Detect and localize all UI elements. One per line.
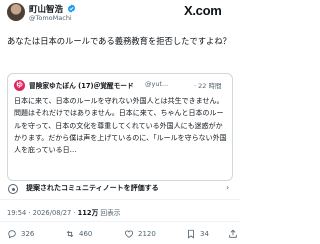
like-count: 2120 [138, 230, 156, 238]
tweet-meta: 19:54 · 2026/08/27 · 112万 回表示 [7, 209, 121, 217]
quoted-author-handle: @yut... [145, 80, 169, 88]
quoted-tweet-time: · 22 時間 [194, 82, 222, 90]
author-handle[interactable]: @TomoMachi [29, 14, 72, 22]
bookmark-count: 34 [200, 230, 209, 238]
tweet-text: あなたは日本のルールである義務教育を拒否したですよね？ [7, 36, 231, 46]
x-logo: X.com [184, 3, 222, 18]
reply-count: 326 [21, 230, 35, 238]
view-count: 112万 [77, 209, 99, 217]
community-note-icon [8, 184, 18, 194]
quoted-author-name: 冒険家ゆたぼん (17)＠覚醒モード [29, 82, 134, 90]
reply-icon [8, 230, 16, 239]
tweet-time: 19:54 [7, 209, 27, 217]
author-avatar[interactable] [7, 3, 25, 21]
quoted-tweet-text: 日本に来て、日本のルールを守れない外国人とは共生できません。問題はそれだけではあ… [14, 97, 227, 155]
repost-count: 460 [79, 230, 93, 238]
heart-icon [124, 230, 134, 238]
view-count-label: 回表示 [100, 209, 121, 217]
share-icon [229, 229, 237, 238]
tweet-date: 2026/08/27 [32, 209, 72, 217]
like-button[interactable]: 2120 [124, 229, 156, 239]
reply-button[interactable]: 326 [7, 229, 34, 239]
divider [0, 199, 240, 200]
chevron-right-icon[interactable]: › [226, 183, 229, 192]
quoted-author-avatar: ゆ [14, 80, 25, 91]
verified-badge-icon [67, 4, 76, 13]
quoted-tweet-card[interactable]: ゆ 冒険家ゆたぼん (17)＠覚醒モード @yut... · 22 時間 日本に… [7, 73, 233, 181]
bookmark-icon [188, 229, 194, 239]
community-note-label[interactable]: 提案されたコミュニティノートを評価する [26, 183, 159, 193]
repost-button[interactable]: 460 [65, 229, 92, 239]
repost-icon [66, 230, 74, 238]
divider [0, 221, 240, 222]
bookmark-button[interactable]: 34 [186, 229, 209, 239]
share-button[interactable] [228, 229, 242, 239]
